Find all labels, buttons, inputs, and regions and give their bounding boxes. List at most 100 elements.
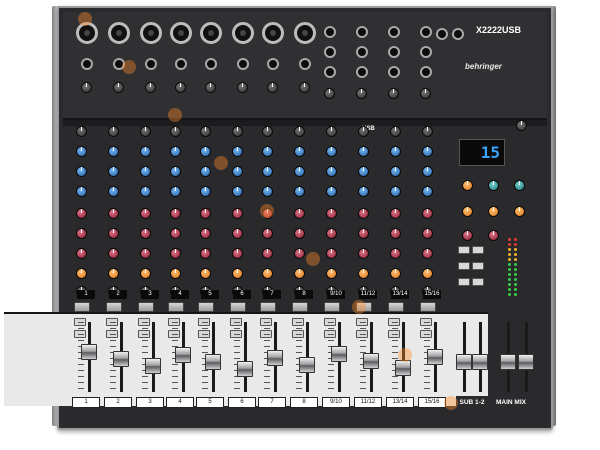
mute-button[interactable] [420, 302, 436, 312]
channel-knob[interactable] [422, 146, 433, 157]
channel-knob[interactable] [170, 248, 181, 259]
jack-input-icon[interactable] [81, 58, 93, 70]
master-knob[interactable] [514, 180, 525, 191]
xlr-input-icon[interactable] [140, 22, 162, 44]
channel-knob[interactable] [108, 248, 119, 259]
channel-knob[interactable] [262, 208, 273, 219]
xlr-input-icon[interactable] [76, 22, 98, 44]
channel-knob[interactable] [170, 166, 181, 177]
jack-input-icon[interactable] [452, 28, 464, 40]
channel-knob[interactable] [390, 228, 401, 239]
channel-knob[interactable] [170, 186, 181, 197]
channel-knob[interactable] [294, 228, 305, 239]
channel-knob[interactable] [170, 146, 181, 157]
fader-icon[interactable] [81, 344, 97, 360]
channel-knob[interactable] [140, 126, 151, 137]
gain-knob[interactable] [356, 88, 367, 99]
channel-knob[interactable] [76, 186, 87, 197]
channel-knob[interactable] [358, 248, 369, 259]
xlr-input-icon[interactable] [262, 22, 284, 44]
channel-knob[interactable] [358, 146, 369, 157]
fader-icon[interactable] [113, 351, 129, 367]
channel-knob[interactable] [422, 208, 433, 219]
mute-button[interactable] [198, 302, 214, 312]
channel-knob[interactable] [200, 146, 211, 157]
channel-knob[interactable] [326, 248, 337, 259]
channel-knob[interactable] [390, 186, 401, 197]
channel-knob[interactable] [232, 126, 243, 137]
master-button[interactable] [472, 262, 484, 270]
jack-input-icon[interactable] [356, 46, 368, 58]
channel-knob[interactable] [358, 208, 369, 219]
jack-input-icon[interactable] [267, 58, 279, 70]
channel-knob[interactable] [294, 208, 305, 219]
channel-knob[interactable] [140, 186, 151, 197]
xlr-input-icon[interactable] [294, 22, 316, 44]
channel-knob[interactable] [108, 126, 119, 137]
gain-knob[interactable] [267, 82, 278, 93]
channel-knob[interactable] [390, 268, 401, 279]
jack-input-icon[interactable] [420, 66, 432, 78]
master-knob[interactable] [462, 230, 473, 241]
channel-knob[interactable] [326, 126, 337, 137]
jack-input-icon[interactable] [324, 46, 336, 58]
channel-knob[interactable] [294, 268, 305, 279]
gain-knob[interactable] [420, 88, 431, 99]
channel-knob[interactable] [422, 186, 433, 197]
channel-knob[interactable] [358, 186, 369, 197]
jack-input-icon[interactable] [205, 58, 217, 70]
gain-knob[interactable] [388, 88, 399, 99]
mute-button[interactable] [356, 302, 372, 312]
channel-knob[interactable] [108, 228, 119, 239]
channel-knob[interactable] [262, 126, 273, 137]
master-knob[interactable] [488, 230, 499, 241]
channel-knob[interactable] [232, 186, 243, 197]
channel-knob[interactable] [108, 166, 119, 177]
channel-knob[interactable] [200, 248, 211, 259]
channel-knob[interactable] [422, 126, 433, 137]
channel-knob[interactable] [170, 208, 181, 219]
fader-icon[interactable] [331, 346, 347, 362]
mute-button[interactable] [168, 302, 184, 312]
fader-icon[interactable] [456, 354, 472, 370]
master-knob[interactable] [462, 206, 473, 217]
gain-knob[interactable] [175, 82, 186, 93]
fader-icon[interactable] [363, 353, 379, 369]
master-knob[interactable] [514, 206, 525, 217]
fader-icon[interactable] [237, 361, 253, 377]
master-button[interactable] [458, 262, 470, 270]
mute-button[interactable] [292, 302, 308, 312]
channel-knob[interactable] [422, 268, 433, 279]
gain-knob[interactable] [113, 82, 124, 93]
mute-button[interactable] [138, 302, 154, 312]
channel-knob[interactable] [390, 126, 401, 137]
xlr-input-icon[interactable] [200, 22, 222, 44]
xlr-input-icon[interactable] [232, 22, 254, 44]
channel-knob[interactable] [200, 268, 211, 279]
channel-knob[interactable] [358, 268, 369, 279]
channel-knob[interactable] [326, 166, 337, 177]
fader-icon[interactable] [299, 357, 315, 373]
fader-icon[interactable] [500, 354, 516, 370]
master-button[interactable] [472, 246, 484, 254]
channel-knob[interactable] [200, 126, 211, 137]
mute-button[interactable] [106, 302, 122, 312]
master-button[interactable] [472, 278, 484, 286]
jack-input-icon[interactable] [324, 26, 336, 38]
mute-button[interactable] [260, 302, 276, 312]
channel-knob[interactable] [108, 208, 119, 219]
channel-knob[interactable] [200, 208, 211, 219]
channel-knob[interactable] [390, 166, 401, 177]
gain-knob[interactable] [299, 82, 310, 93]
channel-knob[interactable] [140, 228, 151, 239]
jack-input-icon[interactable] [388, 26, 400, 38]
channel-knob[interactable] [326, 186, 337, 197]
channel-knob[interactable] [76, 208, 87, 219]
mute-button[interactable] [324, 302, 340, 312]
channel-knob[interactable] [170, 126, 181, 137]
xlr-input-icon[interactable] [170, 22, 192, 44]
channel-knob[interactable] [262, 228, 273, 239]
jack-input-icon[interactable] [420, 46, 432, 58]
channel-knob[interactable] [200, 186, 211, 197]
channel-knob[interactable] [294, 166, 305, 177]
